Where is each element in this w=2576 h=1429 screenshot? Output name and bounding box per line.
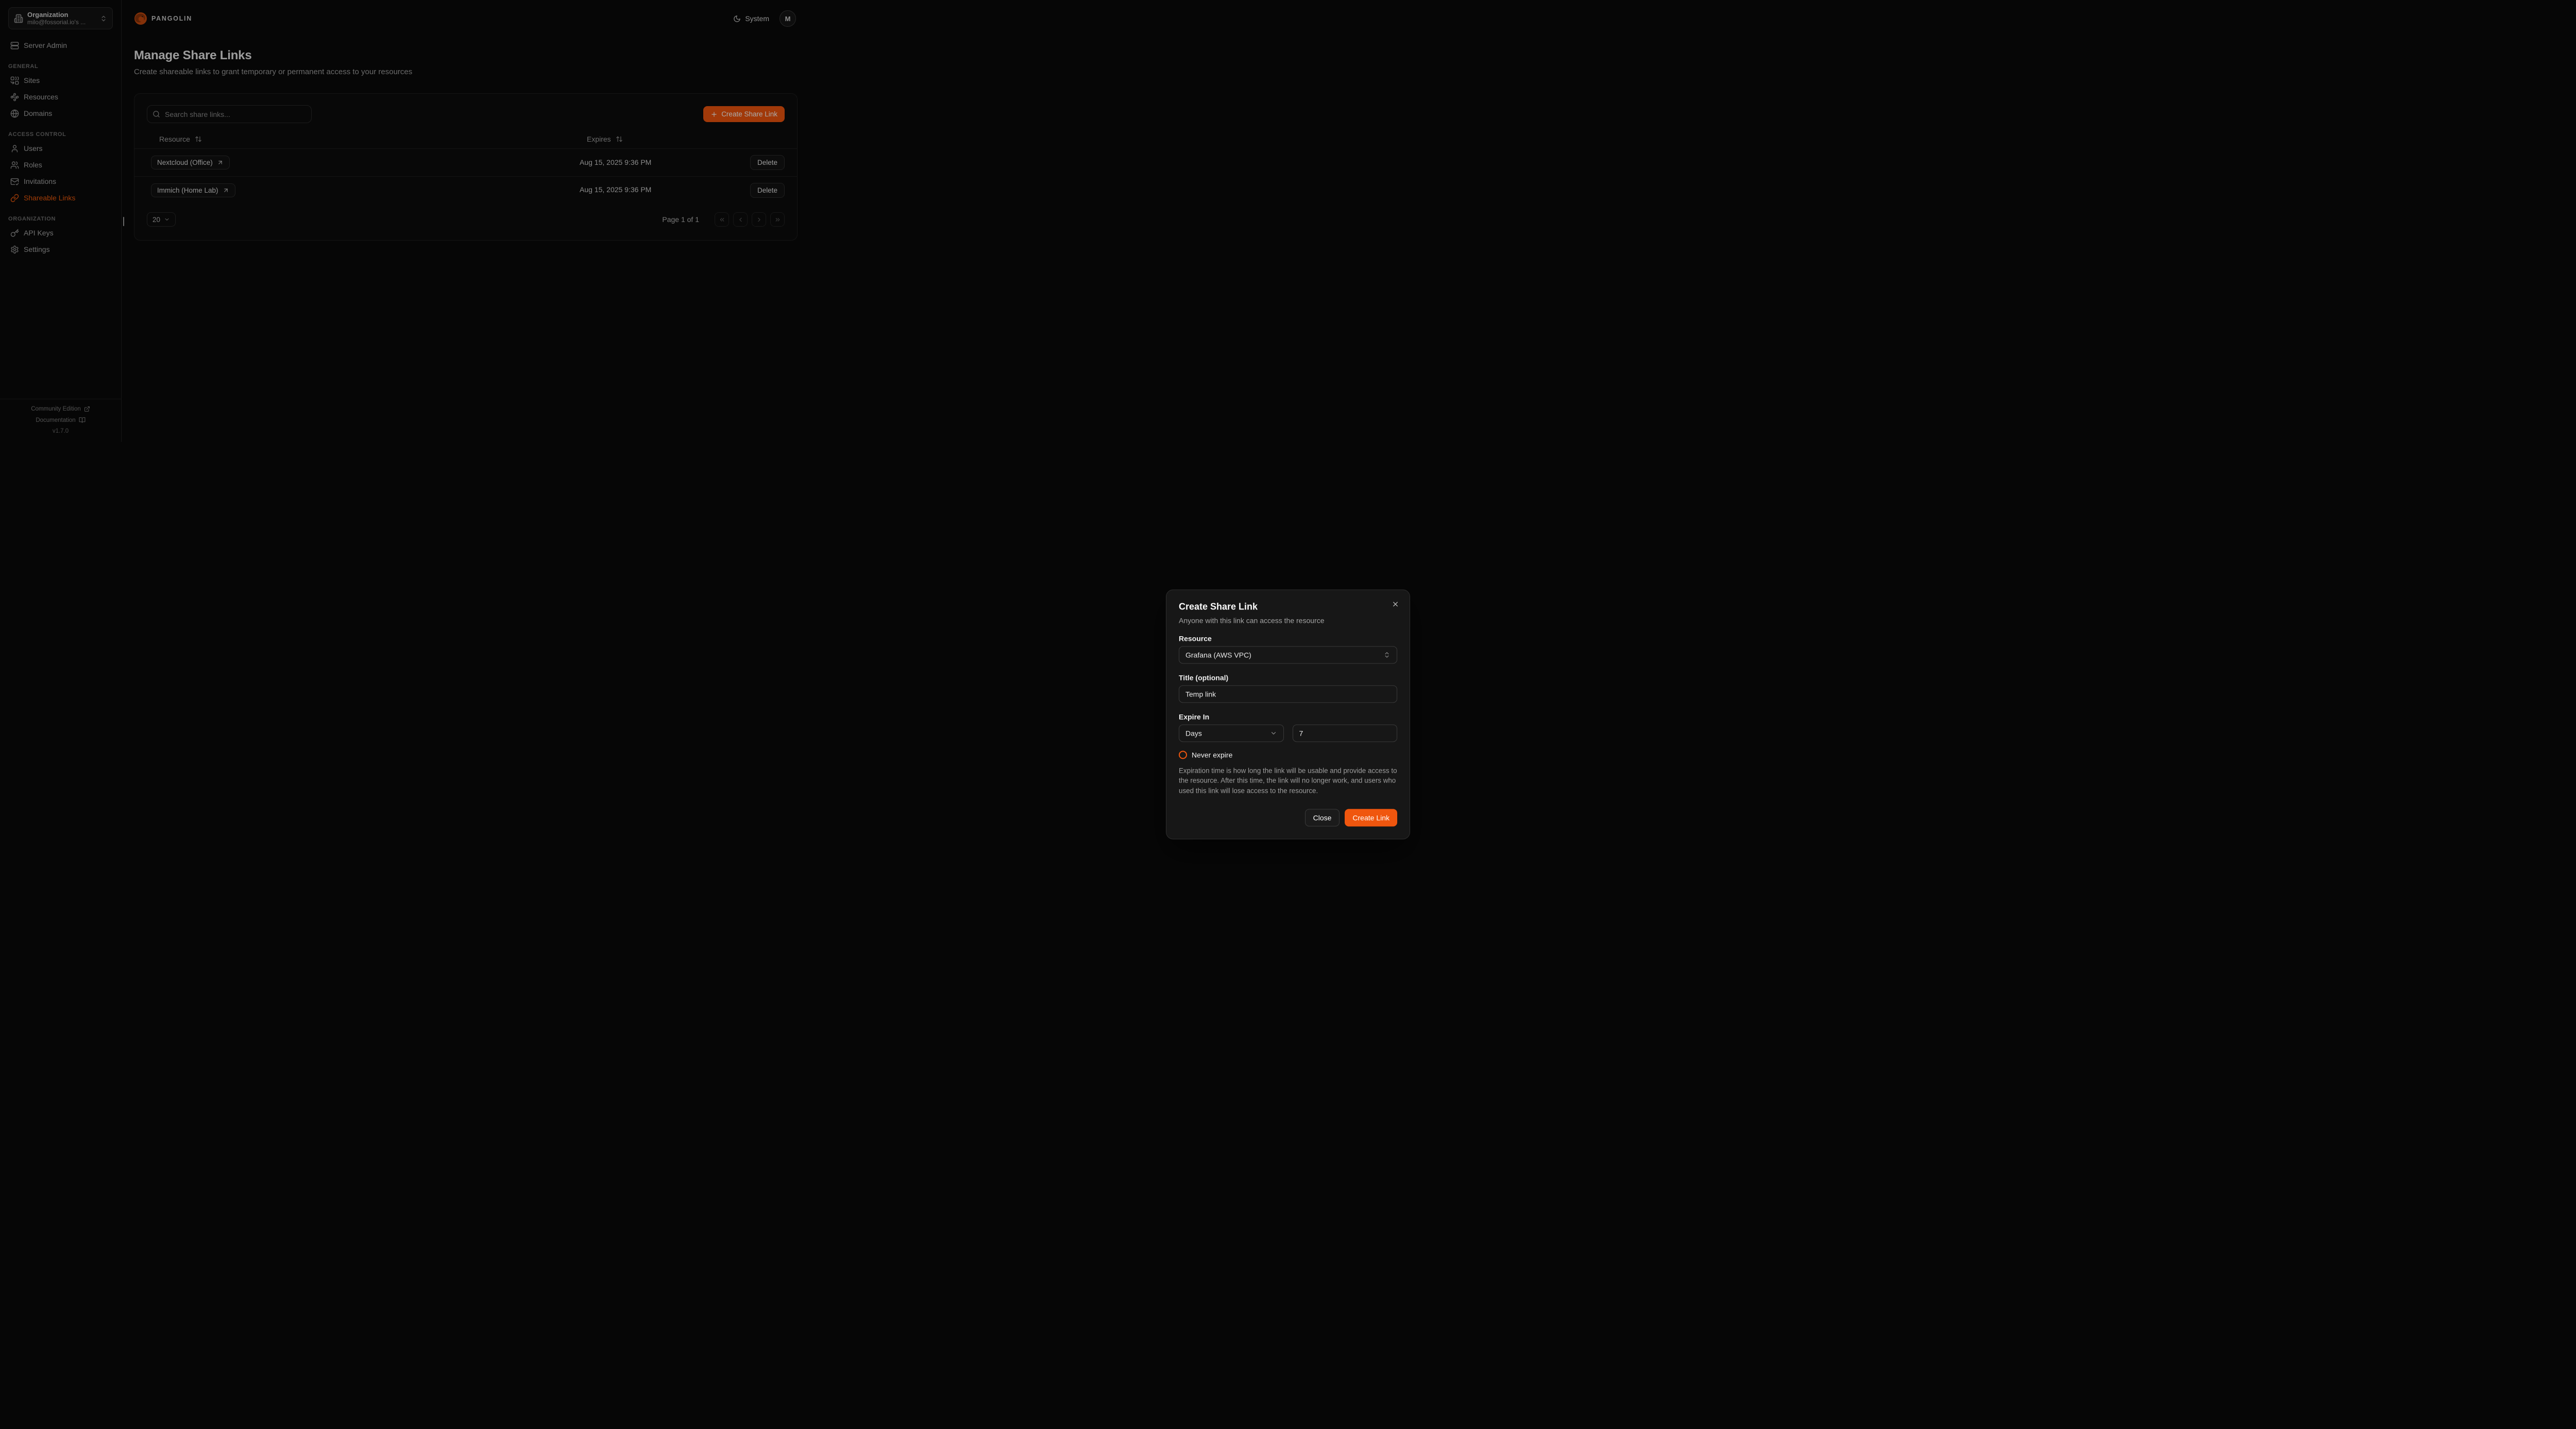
never-expire-label: Never expire [1192, 751, 1232, 759]
title-input[interactable] [1179, 685, 1397, 703]
expiration-help-text: Expiration time is how long the link wil… [1179, 765, 1397, 795]
expire-row: Days [1179, 721, 1397, 742]
resource-field-label: Resource [1179, 634, 1397, 642]
modal-footer: Close Create Link [1179, 809, 1397, 827]
create-share-link-modal: Create Share Link Anyone with this link … [1166, 589, 1410, 839]
expire-value-input[interactable] [1293, 724, 1398, 742]
expire-unit-value: Days [1185, 729, 1202, 737]
chevrons-up-down-icon [1383, 651, 1391, 658]
never-expire-row: Never expire [1179, 751, 1397, 759]
title-field-label: Title (optional) [1179, 673, 1397, 682]
close-button[interactable]: Close [1305, 809, 1340, 827]
resource-select-value: Grafana (AWS VPC) [1185, 651, 1251, 659]
never-expire-checkbox[interactable] [1179, 751, 1187, 759]
chevron-down-icon [1270, 729, 1277, 737]
modal-subtitle: Anyone with this link can access the res… [1179, 616, 1397, 624]
create-link-button[interactable]: Create Link [1345, 809, 1397, 827]
expire-unit-select[interactable]: Days [1179, 724, 1284, 742]
expire-field-label: Expire In [1179, 712, 1397, 721]
resource-select[interactable]: Grafana (AWS VPC) [1179, 646, 1397, 664]
modal-title: Create Share Link [1179, 601, 1397, 612]
close-icon[interactable] [1391, 599, 1400, 609]
